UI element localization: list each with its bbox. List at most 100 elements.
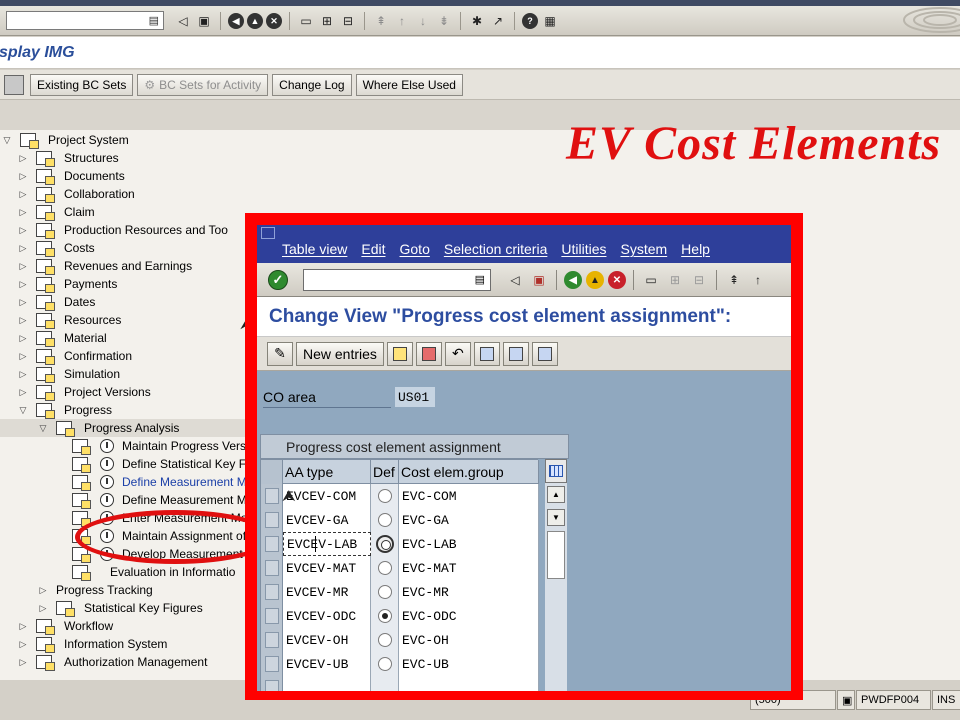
default-radio-button[interactable]: [377, 489, 392, 503]
exit-icon[interactable]: ▲: [586, 271, 604, 289]
tree-item[interactable]: ▽ Progress Analysis: [0, 419, 250, 437]
aa-type-cell[interactable]: EVCEV-OH: [283, 628, 371, 652]
row-selector[interactable]: [261, 604, 283, 628]
expand-triangle-icon[interactable]: ▷: [18, 387, 28, 397]
cost-elem-group-cell[interactable]: EVC-LAB: [399, 532, 539, 556]
row-selector[interactable]: [261, 484, 283, 508]
tree-item[interactable]: ▷ Documents: [0, 167, 125, 185]
back-arrow-icon[interactable]: ◁: [505, 270, 525, 290]
documentation-icon[interactable]: [72, 475, 91, 491]
create-session-icon[interactable]: ✱: [468, 12, 486, 30]
back-icon[interactable]: ◀: [228, 13, 244, 29]
expand-triangle-icon[interactable]: ▷: [38, 585, 48, 595]
tree-item[interactable]: ▷ Confirmation: [0, 347, 132, 365]
print-icon[interactable]: ▭: [297, 12, 315, 30]
expand-triangle-icon[interactable]: ▷: [38, 603, 48, 613]
dropdown-icon[interactable]: ▤: [149, 14, 159, 27]
bc-sets-for-activity-button[interactable]: ⚙ BC Sets for Activity: [137, 73, 269, 96]
default-radio-button[interactable]: [377, 633, 392, 647]
menu-item-goto[interactable]: Goto: [400, 241, 430, 257]
documentation-icon[interactable]: [36, 295, 55, 311]
where-else-used-button[interactable]: Where Else Used: [355, 73, 463, 96]
tree-item[interactable]: ▷ Dates: [0, 293, 95, 311]
scroll-up-button[interactable]: ▲: [547, 486, 565, 503]
select-all-rows-cell[interactable]: [261, 460, 283, 484]
documentation-icon[interactable]: [36, 259, 55, 275]
documentation-icon[interactable]: [72, 457, 91, 473]
documentation-icon[interactable]: [36, 151, 55, 167]
display-change-button[interactable]: ✎: [267, 341, 293, 366]
deselect-all-button[interactable]: [531, 341, 558, 366]
row-selector[interactable]: [261, 628, 283, 652]
tree-item[interactable]: Evaluation in Informatio: [0, 563, 235, 581]
default-radio-button[interactable]: [377, 513, 392, 527]
documentation-icon[interactable]: [36, 313, 55, 329]
first-page-icon[interactable]: ⇞: [724, 270, 744, 290]
expand-triangle-icon[interactable]: ▷: [18, 621, 28, 631]
column-header-def[interactable]: Def: [371, 460, 399, 484]
collapse-triangle-icon[interactable]: ▽: [2, 135, 12, 145]
find-icon[interactable]: ⊞: [665, 270, 685, 290]
help-icon[interactable]: ?: [522, 13, 538, 29]
default-radio-button[interactable]: [377, 657, 392, 671]
documentation-icon[interactable]: [36, 169, 55, 185]
expand-triangle-icon[interactable]: ▷: [18, 153, 28, 163]
tree-item[interactable]: ▷ Claim: [0, 203, 95, 221]
scroll-thumb[interactable]: [547, 531, 565, 579]
next-page-icon[interactable]: ↓: [414, 12, 432, 30]
window-menu-icon[interactable]: [261, 227, 275, 239]
execute-activity-icon[interactable]: [100, 493, 114, 507]
tree-item[interactable]: ▷ Material: [0, 329, 107, 347]
tree-item[interactable]: ▷ Production Resources and Too: [0, 221, 228, 239]
column-configuration-button[interactable]: [545, 459, 567, 483]
expand-triangle-icon[interactable]: ▷: [18, 315, 28, 325]
documentation-icon[interactable]: [36, 367, 55, 383]
row-selector[interactable]: [261, 676, 283, 691]
aa-type-cell[interactable]: EVCEV-GA: [283, 508, 371, 532]
expand-triangle-icon[interactable]: ▷: [18, 369, 28, 379]
documentation-icon[interactable]: [36, 637, 55, 653]
menu-item-utilities[interactable]: Utilities: [561, 241, 606, 257]
tree-item[interactable]: ▷ Statistical Key Figures: [0, 599, 203, 617]
previous-page-icon[interactable]: ↑: [748, 270, 768, 290]
documentation-icon[interactable]: [56, 601, 75, 617]
expand-triangle-icon[interactable]: ▷: [18, 261, 28, 271]
expand-triangle-icon[interactable]: ▷: [18, 189, 28, 199]
tree-item[interactable]: ▷ Revenues and Earnings: [0, 257, 192, 275]
structure-icon[interactable]: [4, 74, 24, 95]
scroll-down-button[interactable]: ▼: [547, 509, 565, 526]
tree-item[interactable]: Define Measurement M: [0, 473, 247, 491]
cost-elem-group-cell[interactable]: EVC-MAT: [399, 556, 539, 580]
menu-item-table-view[interactable]: Table view: [282, 241, 347, 257]
tree-item[interactable]: ▷ Structures: [0, 149, 119, 167]
documentation-icon[interactable]: [36, 619, 55, 635]
row-selector[interactable]: [261, 652, 283, 676]
documentation-icon[interactable]: [36, 223, 55, 239]
default-radio-button[interactable]: [377, 585, 392, 599]
aa-type-cell[interactable]: EVCEV-ODC: [283, 604, 371, 628]
last-page-icon[interactable]: ⇟: [435, 12, 453, 30]
tree-item[interactable]: ▷ Project Versions: [0, 383, 151, 401]
save-icon[interactable]: ▣: [529, 270, 549, 290]
aa-type-cell[interactable]: [283, 676, 371, 691]
expand-triangle-icon[interactable]: ▷: [18, 297, 28, 307]
documentation-icon[interactable]: [72, 511, 91, 527]
aa-type-cell[interactable]: EVCEV-COM: [283, 484, 371, 508]
tree-item[interactable]: ▷ Workflow: [0, 617, 113, 635]
execute-activity-icon[interactable]: [100, 475, 114, 489]
documentation-icon[interactable]: [72, 439, 91, 455]
expand-triangle-icon[interactable]: ▷: [18, 243, 28, 253]
default-radio-button[interactable]: [377, 609, 392, 623]
shortcut-icon[interactable]: ↗: [489, 12, 507, 30]
tree-item[interactable]: ▷ Simulation: [0, 365, 120, 383]
expand-triangle-icon[interactable]: ▷: [18, 351, 28, 361]
find-next-icon[interactable]: ⊟: [689, 270, 709, 290]
undo-change-button[interactable]: ↶: [444, 341, 471, 366]
collapse-triangle-icon[interactable]: ▽: [38, 423, 48, 433]
execute-activity-icon[interactable]: [100, 439, 114, 453]
cost-elem-group-cell[interactable]: EVC-OH: [399, 628, 539, 652]
command-field[interactable]: ▤: [6, 11, 164, 30]
cost-elem-group-cell[interactable]: EVC-UB: [399, 652, 539, 676]
back-icon[interactable]: ◀: [564, 271, 582, 289]
tree-item[interactable]: ▷ Progress Tracking: [0, 581, 153, 599]
